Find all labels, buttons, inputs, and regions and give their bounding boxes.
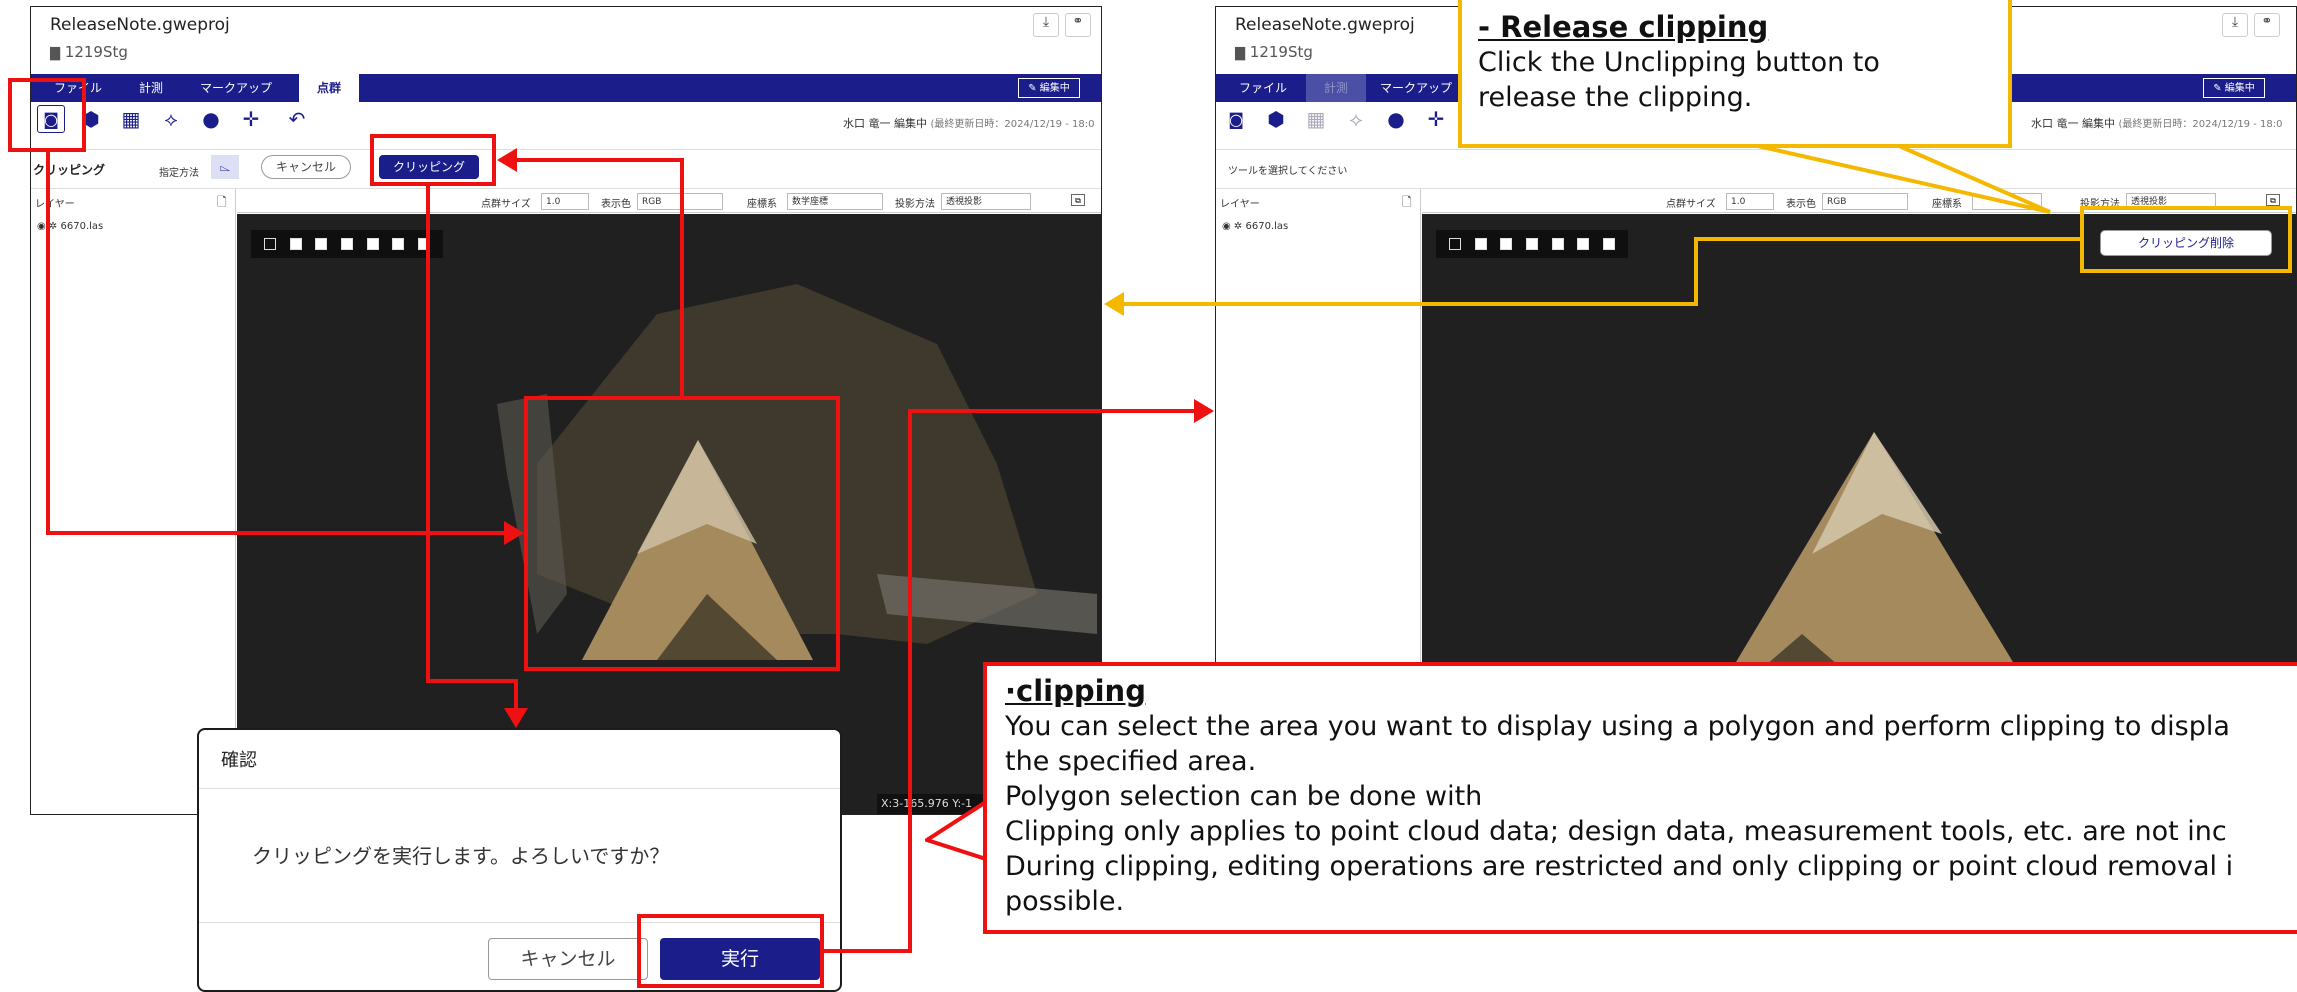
flow-arrows xyxy=(46,148,2080,953)
